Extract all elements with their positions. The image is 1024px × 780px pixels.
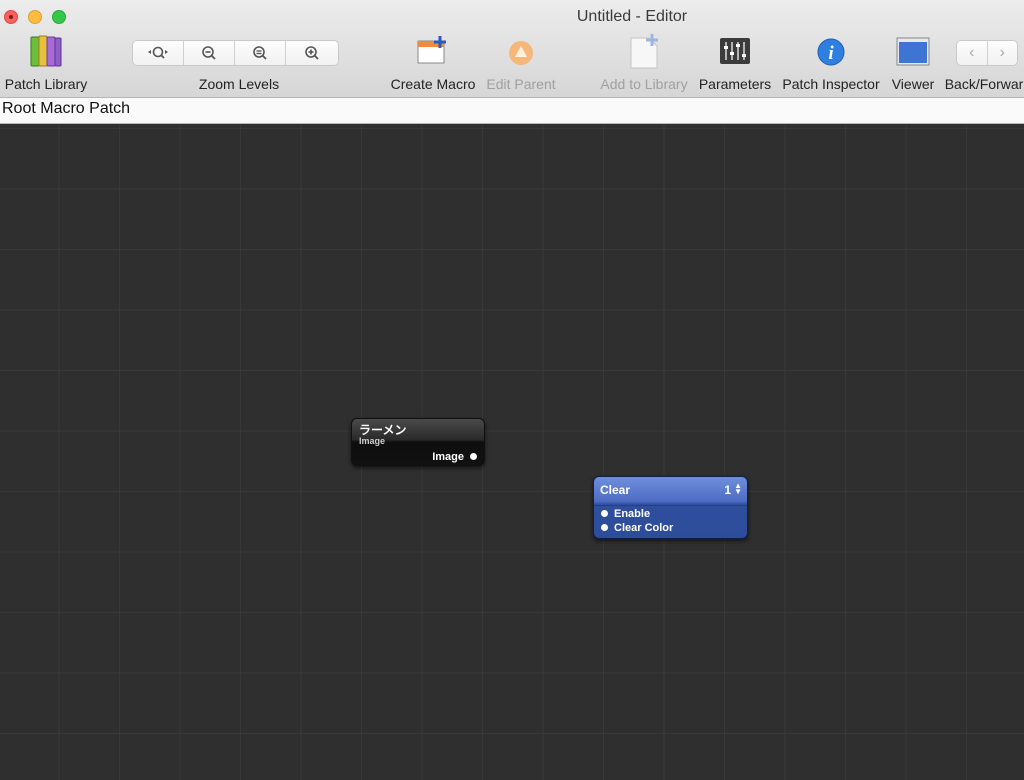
chevron-left-icon: ‹ <box>969 44 975 61</box>
clear-patch-title: Clear <box>600 483 631 497</box>
window-title: Untitled - Editor <box>576 8 688 25</box>
clear-color-input-label: Clear Color <box>614 522 674 534</box>
create-macro-icon <box>417 36 446 64</box>
image-patch[interactable]: ラーメン Image Image <box>351 418 485 466</box>
zoom-fit-icon <box>148 46 168 59</box>
back-button[interactable]: ‹ <box>957 41 988 65</box>
books-icon <box>30 35 62 67</box>
image-output-port[interactable] <box>470 453 477 460</box>
zoom-levels-label: Zoom Levels <box>198 76 280 92</box>
zoom-fit-button[interactable] <box>133 41 184 65</box>
window-toolbar: Untitled - Editor Patch Library Zoom Lev… <box>0 0 1024 98</box>
back-forward-label: Back/Forwar <box>944 76 1024 92</box>
clear-patch-divider <box>594 505 747 506</box>
root-macro-patch-label[interactable]: Root Macro Patch <box>2 100 130 118</box>
edit-parent-icon <box>509 41 533 65</box>
clear-color-input-port[interactable] <box>601 524 608 531</box>
forward-button[interactable]: › <box>988 41 1018 65</box>
viewer-window-icon <box>896 37 930 66</box>
image-patch-subtitle: Image <box>359 436 386 446</box>
back-forward-control: ‹ › <box>956 40 1018 66</box>
patch-library-label: Patch Library <box>4 76 88 92</box>
add-to-library-label: Add to Library <box>600 76 688 92</box>
zoom-in-icon <box>304 46 319 60</box>
edit-parent-label: Edit Parent <box>486 76 556 92</box>
viewer-label: Viewer <box>891 76 935 92</box>
create-macro-label: Create Macro <box>390 76 476 92</box>
enable-input-port[interactable] <box>601 510 608 517</box>
patch-editor-canvas[interactable]: ラーメン Image Image Clear 1 ▲ ▼ Enable Clear… <box>0 125 1024 780</box>
patch-inspector-label: Patch Inspector <box>782 76 880 92</box>
path-bar: Root Macro Patch <box>0 98 1024 124</box>
zoom-in-button[interactable] <box>286 41 337 65</box>
zoom-out-button[interactable] <box>184 41 235 65</box>
add-document-icon <box>630 34 658 69</box>
chevron-right-icon: › <box>999 44 1005 61</box>
image-output-label: Image <box>432 451 464 463</box>
enable-input-label: Enable <box>614 508 651 520</box>
zoom-actual-button[interactable] <box>235 41 286 65</box>
sliders-icon <box>720 38 750 64</box>
parameters-label: Parameters <box>698 76 772 92</box>
clear-patch-layer-number[interactable]: 1 <box>724 483 731 497</box>
clear-patch[interactable]: Clear 1 ▲ ▼ Enable Clear Color <box>593 476 748 539</box>
layer-stepper-icon[interactable]: ▲ ▼ <box>734 482 742 496</box>
info-icon: i <box>817 38 845 66</box>
zoom-actual-icon <box>253 46 267 60</box>
svg-text:i: i <box>828 43 834 64</box>
zoom-out-icon <box>202 46 216 60</box>
zoom-segmented-control <box>132 40 339 66</box>
